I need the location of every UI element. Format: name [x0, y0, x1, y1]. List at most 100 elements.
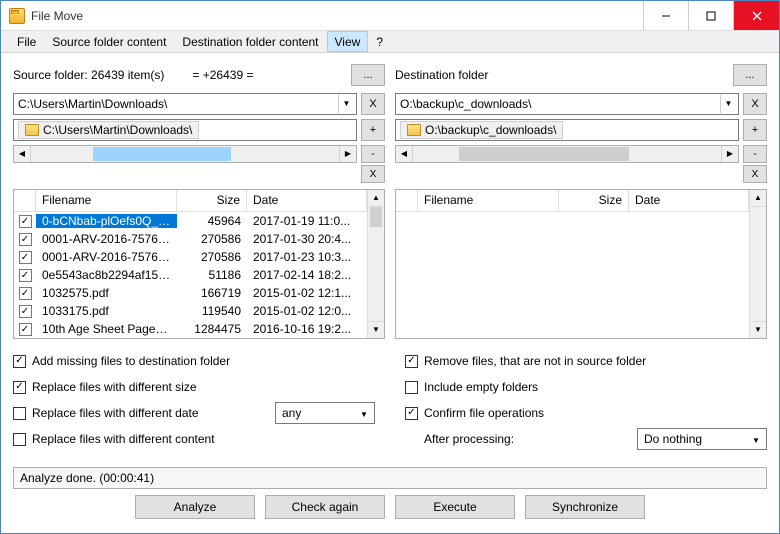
dest-breadcrumb-scrollbar[interactable]: ◀ ▶ [395, 145, 739, 163]
minimize-button[interactable] [643, 1, 688, 30]
checkbox-replace-content[interactable] [13, 433, 26, 446]
source-clear-button[interactable]: X [361, 93, 385, 115]
table-row[interactable]: ✓1032575.pdf1667192015-01-02 12:1... [14, 284, 367, 302]
source-vertical-scrollbar[interactable]: ▲ ▼ [367, 190, 384, 338]
checkbox-remove-extra[interactable] [405, 355, 418, 368]
label-replace-size: Replace files with different size [32, 380, 197, 394]
row-checkbox[interactable]: ✓ [19, 287, 32, 300]
checkbox-add-missing[interactable] [13, 355, 26, 368]
source-browse-button[interactable]: ... [351, 64, 385, 86]
cell-date: 2015-01-02 12:0... [247, 304, 367, 318]
cell-filename: 0e5543ac8b2294af1568ac... [36, 268, 177, 282]
table-row[interactable]: ✓ 10th Age Sheet Pages 1&...12844752016-1… [14, 320, 367, 338]
dest-crumb-text: O:\backup\c_downloads\ [425, 123, 556, 137]
dest-col-filename[interactable]: Filename [418, 190, 559, 211]
scroll-right-icon[interactable]: ▶ [339, 146, 356, 162]
cell-filename: 10th Age Sheet Pages 1&... [36, 322, 177, 336]
cell-date: 2017-02-14 18:2... [247, 268, 367, 282]
source-path-value: C:\Users\Martin\Downloads\ [18, 97, 338, 111]
menu-help[interactable]: ? [368, 31, 391, 52]
app-icon [9, 8, 25, 24]
row-checkbox[interactable]: ✓ [19, 269, 32, 282]
chevron-down-icon: ▼ [720, 95, 736, 113]
label-confirm: Confirm file operations [424, 406, 544, 420]
table-row[interactable]: ✓0001-ARV-2016-7576 (1)....2705862017-01… [14, 230, 367, 248]
row-checkbox[interactable]: ✓ [19, 323, 32, 336]
scroll-right-icon[interactable]: ▶ [721, 146, 738, 162]
scroll-up-icon[interactable]: ▲ [368, 190, 384, 207]
cell-date: 2016-10-16 19:2... [247, 322, 367, 336]
cell-date: 2017-01-23 10:3... [247, 250, 367, 264]
cell-date: 2017-01-19 11:0... [247, 214, 367, 228]
source-col-date[interactable]: Date [247, 190, 367, 211]
dest-file-table: Filename Size Date ▲ ▼ [395, 189, 767, 339]
checkbox-include-empty[interactable] [405, 381, 418, 394]
cell-date: 2015-01-02 12:1... [247, 286, 367, 300]
menu-view[interactable]: View [327, 31, 369, 52]
cell-filename: 1032575.pdf [36, 286, 177, 300]
scroll-left-icon[interactable]: ◀ [14, 146, 31, 162]
menu-file[interactable]: File [9, 31, 44, 52]
dest-browse-button[interactable]: ... [733, 64, 767, 86]
label-after-processing: After processing: [424, 432, 514, 446]
table-row[interactable]: ✓1033175.pdf1195402015-01-02 12:0... [14, 302, 367, 320]
source-diff: = +26439 = [192, 68, 253, 82]
row-checkbox[interactable]: ✓ [19, 305, 32, 318]
table-row[interactable]: ✓0-bCNbab-plOefs0Q_-.png459642017-01-19 … [14, 212, 367, 230]
source-col-check[interactable] [14, 190, 36, 211]
row-checkbox[interactable]: ✓ [19, 251, 32, 264]
source-col-filename[interactable]: Filename [36, 190, 177, 211]
cell-filename: 1033175.pdf [36, 304, 177, 318]
cell-date: 2017-01-30 20:4... [247, 232, 367, 246]
source-x-button[interactable]: X [361, 165, 385, 183]
select-date-mode[interactable]: any▼ [275, 402, 375, 424]
label-remove-extra: Remove files, that are not in source fol… [424, 354, 646, 368]
scroll-down-icon[interactable]: ▼ [750, 321, 766, 338]
row-checkbox[interactable]: ✓ [19, 233, 32, 246]
dest-header: Destination folder [395, 68, 488, 82]
checkbox-replace-size[interactable] [13, 381, 26, 394]
dest-col-check[interactable] [396, 190, 418, 211]
source-path-combo[interactable]: C:\Users\Martin\Downloads\ ▼ [13, 93, 357, 115]
table-row[interactable]: ✓0e5543ac8b2294af1568ac...511862017-02-1… [14, 266, 367, 284]
dest-col-size[interactable]: Size [559, 190, 629, 211]
scroll-down-icon[interactable]: ▼ [368, 321, 384, 338]
source-add-crumb-button[interactable]: + [361, 119, 385, 141]
select-after-processing[interactable]: Do nothing▼ [637, 428, 767, 450]
dest-clear-button[interactable]: X [743, 93, 767, 115]
menu-dest-content[interactable]: Destination folder content [174, 31, 326, 52]
checkbox-confirm[interactable] [405, 407, 418, 420]
dest-breadcrumb[interactable]: O:\backup\c_downloads\ [395, 119, 739, 141]
table-row[interactable]: ✓0001-ARV-2016-7576.PDF2705862017-01-23 … [14, 248, 367, 266]
scroll-left-icon[interactable]: ◀ [396, 146, 413, 162]
dest-path-combo[interactable]: O:\backup\c_downloads\ ▼ [395, 93, 739, 115]
cell-size: 45964 [177, 214, 247, 228]
dest-col-date[interactable]: Date [629, 190, 749, 211]
cell-size: 1284475 [177, 322, 247, 336]
menubar: File Source folder content Destination f… [1, 31, 779, 53]
source-minus-button[interactable]: - [361, 145, 385, 163]
execute-button[interactable]: Execute [395, 495, 515, 519]
dest-pane: Destination folder ... O:\backup\c_downl… [395, 63, 767, 339]
source-breadcrumb[interactable]: C:\Users\Martin\Downloads\ [13, 119, 357, 141]
source-header: Source folder: 26439 item(s) [13, 68, 164, 82]
dest-vertical-scrollbar[interactable]: ▲ ▼ [749, 190, 766, 338]
menu-source-content[interactable]: Source folder content [44, 31, 174, 52]
cell-filename: 0001-ARV-2016-7576 (1).... [36, 232, 177, 246]
close-button[interactable] [733, 1, 779, 30]
row-checkbox[interactable]: ✓ [19, 215, 32, 228]
folder-icon [25, 124, 39, 136]
scroll-up-icon[interactable]: ▲ [750, 190, 766, 207]
dest-add-crumb-button[interactable]: + [743, 119, 767, 141]
dest-x-button[interactable]: X [743, 165, 767, 183]
checkbox-replace-date[interactable] [13, 407, 26, 420]
dest-minus-button[interactable]: - [743, 145, 767, 163]
synchronize-button[interactable]: Synchronize [525, 495, 645, 519]
check-again-button[interactable]: Check again [265, 495, 385, 519]
source-breadcrumb-scrollbar[interactable]: ◀ ▶ [13, 145, 357, 163]
label-replace-content: Replace files with different content [32, 432, 215, 446]
label-include-empty: Include empty folders [424, 380, 538, 394]
source-col-size[interactable]: Size [177, 190, 247, 211]
analyze-button[interactable]: Analyze [135, 495, 255, 519]
maximize-button[interactable] [688, 1, 733, 30]
